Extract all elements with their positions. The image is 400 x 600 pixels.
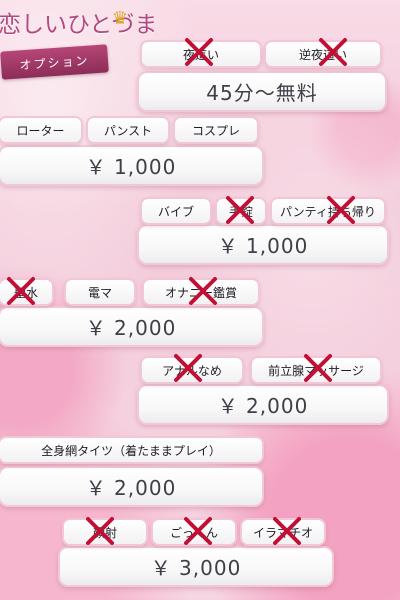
tag-label: 顔射 (92, 525, 117, 540)
price-panel-1000-a: ￥ 1,000 (0, 145, 264, 186)
option-tag-gyaku-yobai: 逆夜這い (264, 40, 382, 68)
tag-label: 手錠 (228, 204, 253, 219)
tag-label: 夜這い (182, 47, 219, 62)
tag-label: ローター (16, 123, 65, 138)
tag-label: 前立腺マッサージ (268, 363, 364, 378)
tag-label: パンスト (103, 123, 153, 138)
price-panel-1000-b: ￥ 1,000 (137, 224, 389, 265)
tag-label: 全身網タイツ（着たままプレイ） (41, 443, 221, 458)
tag-label: パンティ持ち帰り (280, 204, 376, 219)
price-panel-free: 45分〜無料 (137, 71, 387, 112)
price-panel-2000-a: ￥ 2,000 (0, 306, 264, 347)
price-panel-2000-b: ￥ 2,000 (137, 384, 389, 425)
tag-label: ごっくん (169, 525, 218, 540)
option-tag-pansuto: パンスト (86, 116, 170, 144)
option-tag-seisui: 聖水 (0, 278, 54, 306)
option-tag-anal: アナルなめ (140, 356, 244, 384)
option-tag-yobai: 夜這い (140, 40, 262, 68)
crown-icon: ♛ (111, 8, 128, 29)
price-panel-2000-c: ￥ 2,000 (0, 466, 264, 507)
brand-logo: 恋しいひとづま ♛ (0, 8, 157, 46)
option-tag-cosplay: コスプレ (173, 116, 259, 144)
option-tag-ganshya: 顔射 (62, 518, 148, 546)
tag-label: アナルなめ (162, 363, 222, 378)
option-tag-irama: イラマチオ (240, 518, 326, 546)
option-tag-gokkun: ごっくん (151, 518, 237, 546)
option-tag-zenritsusen: 前立腺マッサージ (250, 356, 382, 384)
option-badge: オプション (0, 44, 109, 80)
tag-label: 電マ (87, 285, 112, 300)
option-tag-amitaitsu: 全身網タイツ（着たままプレイ） (0, 436, 264, 464)
option-tag-onanie: オナニー鑑賞 (142, 278, 260, 306)
option-tag-tejou: 手錠 (215, 197, 267, 225)
option-tag-vibe: バイブ (140, 197, 212, 225)
logo-text: 恋しいひとづま (0, 12, 158, 38)
price-panel-3000: ￥ 3,000 (58, 546, 334, 587)
tag-label: バイブ (157, 204, 194, 219)
tag-label: 逆夜這い (298, 47, 347, 62)
option-tag-panty: パンティ持ち帰り (270, 197, 386, 225)
tag-label: コスプレ (191, 123, 240, 138)
option-tag-denma: 電マ (64, 278, 136, 306)
tag-label: 聖水 (13, 285, 38, 300)
tag-label: オナニー鑑賞 (164, 285, 237, 300)
option-tag-rotor: ローター (0, 116, 83, 144)
tag-label: イラマチオ (252, 525, 313, 540)
